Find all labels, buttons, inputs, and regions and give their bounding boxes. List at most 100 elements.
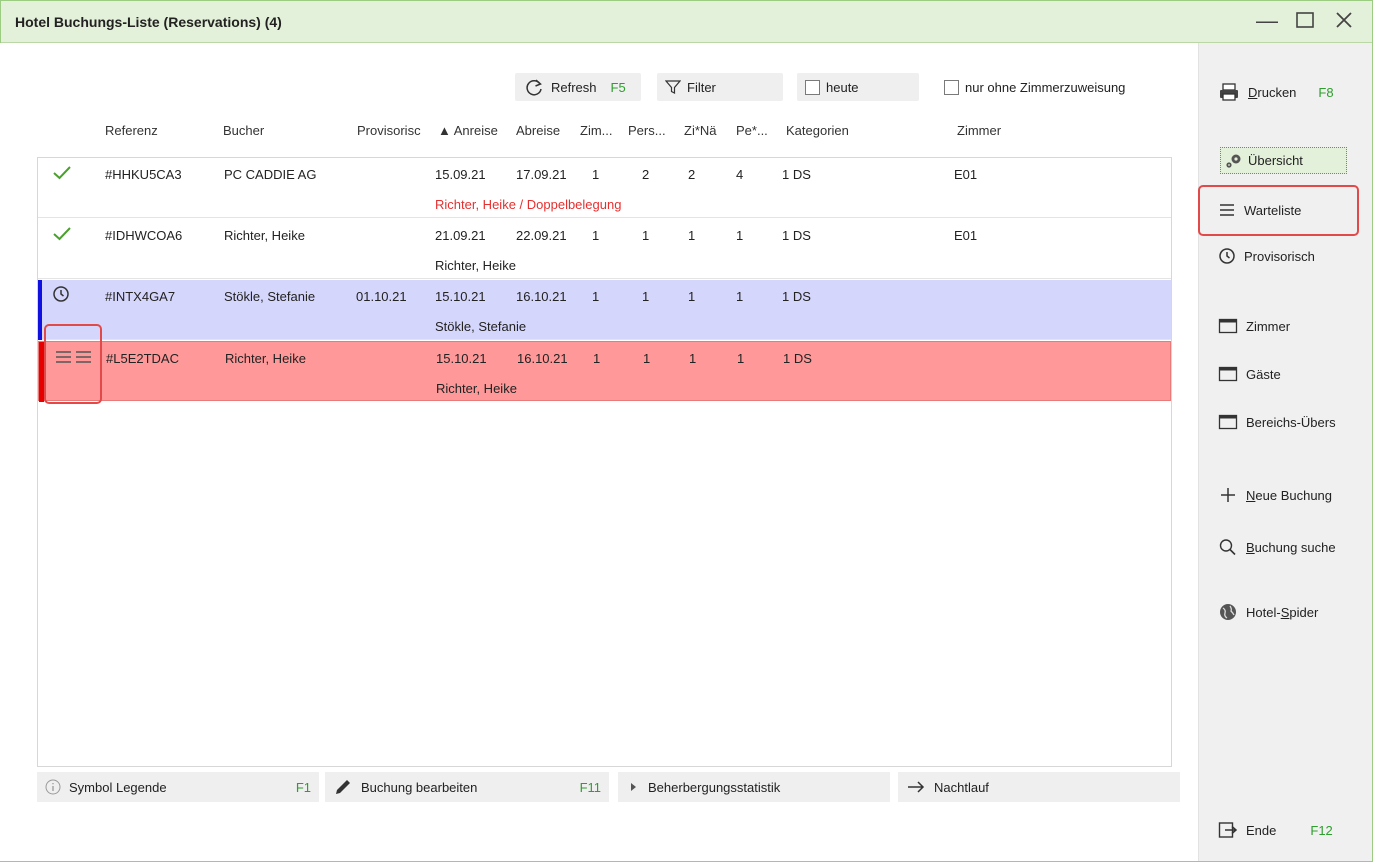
nur-ohne-zimmer-checkbox[interactable]: nur ohne Zimmerzuweisung [936,73,1166,101]
column-header-kategorien[interactable]: Kategorien [786,123,849,138]
maximize-button[interactable] [1292,9,1318,35]
nur-ohne-label: nur ohne Zimmerzuweisung [965,79,1126,95]
uebersicht-label: Übersicht [1248,153,1303,168]
column-header-bucher[interactable]: Bucher [223,123,264,138]
main-content: Refresh F5 Filter heute nur ohne Zimmerz… [0,43,1198,861]
table-row[interactable]: #INTX4GA7 Stökle, Stefanie 01.10.21 15.1… [38,280,1171,340]
nachtlauf-button[interactable]: Nachtlauf [898,772,1180,802]
cell-abreise: 17.09.21 [516,167,567,182]
booking-list: #HHKU5CA3 PC CADDIE AG 15.09.21 17.09.21… [37,157,1172,767]
zimmer-button[interactable]: Zimmer [1218,318,1290,334]
filter-label: Filter [687,79,716,95]
cell-personen: 1 [643,351,651,366]
refresh-label: Refresh [551,79,597,95]
cell-zimmer-anzahl: 1 [592,228,600,243]
provisorisch-button[interactable]: Provisorisch [1218,247,1315,265]
cell-pe-naechte: 1 [736,289,744,304]
close-icon [1336,12,1352,28]
column-header-zi-naechte[interactable]: Zi*Nä [684,123,717,138]
cell-anreise: 15.10.21 [435,289,486,304]
column-header-anreise[interactable]: ▲ Anreise [438,123,498,138]
window-icon [1218,414,1238,430]
cell-referenz: #IDHWCOA6 [105,228,183,243]
globe-icon [1220,604,1236,620]
cell-zi-naechte: 2 [688,167,696,182]
table-row[interactable]: #IDHWCOA6 Richter, Heike 21.09.21 22.09.… [38,219,1171,279]
heute-checkbox[interactable]: heute [797,73,919,101]
neue-buchung-button[interactable]: Neue Buchung [1218,486,1332,504]
cell-pe-naechte: 4 [736,167,744,182]
column-header-pe-naechte[interactable]: Pe*... [736,123,768,138]
cell-guest-note: Richter, Heike [436,381,517,396]
cell-abreise: 16.10.21 [517,351,568,366]
cell-zimmer-anzahl: 1 [593,351,601,366]
drucken-button[interactable]: Drucken F8 [1218,82,1334,102]
row-status-marker [38,280,42,340]
symbol-legende-label: Symbol Legende [69,779,167,795]
search-icon [1219,539,1236,556]
hotel-spider-button[interactable]: Hotel-Spider [1218,602,1318,622]
column-header-abreise[interactable]: Abreise [516,123,560,138]
bereichs-uebersicht-label: Bereichs-Übers [1246,414,1336,430]
clock-icon [1219,248,1235,264]
cell-guest-note: Stökle, Stefanie [435,319,527,334]
beherbergungsstatistik-button[interactable]: Beherbergungsstatistik [618,772,890,802]
uebersicht-button[interactable]: Übersicht [1220,147,1347,174]
cell-guest-note: Richter, Heike [435,258,516,273]
plus-icon [1221,488,1235,502]
triangle-right-icon [631,783,636,791]
table-row[interactable]: #L5E2TDAC Richter, Heike 15.10.21 16.10.… [38,341,1171,402]
buchung-bearbeiten-button[interactable]: Buchung bearbeiten F11 [325,772,609,802]
cell-kategorien: 1 DS [782,228,811,243]
buchung-bearbeiten-label: Buchung bearbeiten [361,779,478,795]
cell-anreise: 15.10.21 [436,351,487,366]
highlight-waitlist-icon [44,324,102,404]
buchung-suchen-label: Buchung suche [1246,539,1336,555]
cell-provisorisch: 01.10.21 [356,289,407,304]
heute-checkbox-box[interactable] [805,79,820,95]
column-header-zimmer-anzahl[interactable]: Zim... [580,123,613,138]
cell-zimmer-anzahl: 1 [592,289,600,304]
minimize-button[interactable]: — [1254,9,1280,35]
column-header-personen[interactable]: Pers... [628,123,666,138]
cell-bucher: PC CADDIE AG [224,167,317,182]
hotel-spider-label: Hotel-Spider [1246,604,1319,620]
cell-zimmer: E01 [954,167,978,182]
refresh-icon [526,79,542,96]
column-header-referenz[interactable]: Referenz [105,123,158,138]
neue-buchung-label: Neue Buchung [1246,487,1333,503]
cell-referenz: #INTX4GA7 [105,289,176,304]
filter-button[interactable]: Filter [657,73,783,101]
symbol-legende-shortcut: F1 [295,779,311,795]
refresh-shortcut: F5 [610,79,626,95]
ende-button[interactable]: Ende F12 [1218,821,1333,839]
buchung-suchen-button[interactable]: Buchung suche [1218,538,1336,556]
column-header-provisorisch[interactable]: Provisorisc [357,123,429,138]
column-header-zimmer[interactable]: Zimmer [957,123,1001,138]
highlight-warteliste [1198,185,1359,236]
table-row[interactable]: #HHKU5CA3 PC CADDIE AG 15.09.21 17.09.21… [38,158,1171,218]
symbol-legende-button[interactable]: Symbol Legende F1 [37,772,319,802]
window-icon [1218,318,1238,334]
cell-abreise: 22.09.21 [516,228,567,243]
bereichs-uebersicht-button[interactable]: Bereichs-Übers [1218,414,1336,430]
ende-label: Ende [1246,822,1277,838]
zimmer-label: Zimmer [1246,318,1291,334]
nur-ohne-checkbox-box[interactable] [944,79,959,95]
cell-personen: 2 [642,167,650,182]
refresh-button[interactable]: Refresh F5 [515,73,641,101]
printer-icon [1220,83,1238,101]
cell-personen: 1 [642,228,650,243]
cell-kategorien: 1 DS [782,167,811,182]
cell-referenz: #L5E2TDAC [106,351,179,366]
beherbergungsstatistik-label: Beherbergungsstatistik [648,779,781,795]
cell-bucher: Richter, Heike [225,351,306,366]
drucken-shortcut: F8 [1318,84,1334,100]
cell-pe-naechte: 1 [737,351,745,366]
gaeste-button[interactable]: Gäste [1218,366,1281,382]
cell-anreise: 15.09.21 [435,167,486,182]
cell-zimmer-anzahl: 1 [592,167,600,182]
cell-referenz: #HHKU5CA3 [105,167,182,182]
cell-pe-naechte: 1 [736,228,744,243]
close-button[interactable] [1331,9,1357,35]
